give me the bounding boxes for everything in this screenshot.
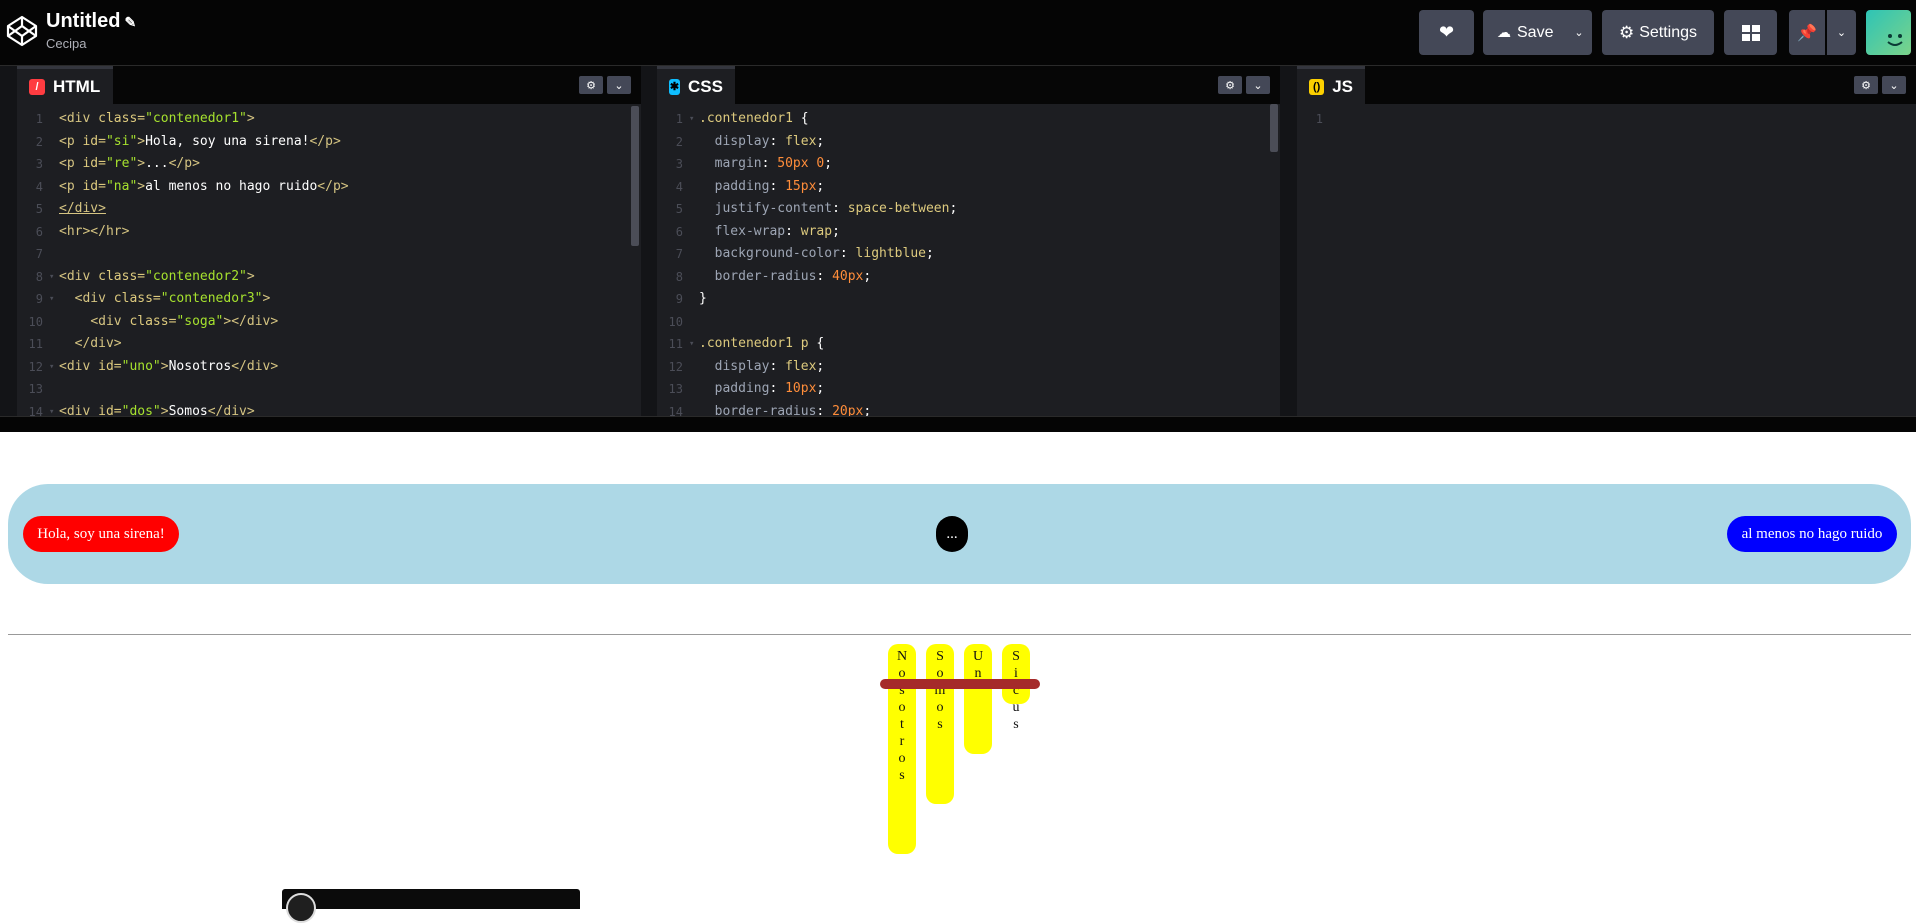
editor-area: / HTML ⚙ ⌄ 1 <div class="contenedor1"> 2… — [0, 66, 1916, 416]
layout-icon — [1741, 24, 1760, 41]
html-scrollbar[interactable] — [631, 106, 639, 246]
pin-icon: 📌 — [1797, 24, 1817, 42]
stick-letter: S — [936, 649, 944, 664]
css-editor-panel: ✱ CSS ⚙ ⌄ 1 ▾ .contenedor1 { 2 display: fl… — [657, 66, 1280, 416]
like-button[interactable]: ❤ — [1419, 10, 1474, 55]
heart-icon: ❤ — [1438, 22, 1455, 42]
tab-css-label: CSS — [688, 76, 723, 96]
tab-html[interactable]: / HTML — [17, 66, 113, 104]
css-scrollbar[interactable] — [1270, 104, 1278, 152]
tab-css[interactable]: ✱ CSS — [657, 66, 735, 104]
rope — [880, 679, 1040, 689]
js-badge-icon: () — [1309, 78, 1325, 95]
re-pill: ... — [936, 516, 968, 552]
pen-title-text[interactable]: Untitled — [46, 10, 120, 32]
sirena-pill: Hola, soy una sirena! — [23, 516, 179, 552]
js-tab-bar: () JS ⚙ ⌄ — [1297, 66, 1916, 104]
stick-sicus: Sicus — [1002, 644, 1030, 732]
tab-js[interactable]: () JS — [1297, 66, 1365, 104]
html-settings-icon[interactable]: ⚙ — [579, 76, 603, 94]
stick-letter: s — [937, 717, 943, 732]
js-collapse-icon[interactable]: ⌄ — [1882, 76, 1906, 94]
css-editor-tools: ⚙ ⌄ — [1218, 76, 1270, 94]
stick-letter: s — [1013, 717, 1019, 732]
pencil-icon[interactable]: ✎ — [124, 14, 136, 30]
chevron-down-icon: ⌄ — [1836, 27, 1847, 39]
change-view-button[interactable] — [1724, 10, 1777, 55]
console-toggle[interactable] — [282, 889, 580, 923]
pen-title[interactable]: Untitled ✎ — [46, 10, 136, 33]
stick-un: Un — [964, 644, 992, 754]
chevron-down-icon: ⌄ — [1574, 27, 1584, 39]
html-editor-tools: ⚙ ⌄ — [579, 76, 631, 94]
stick-letter: r — [899, 734, 905, 749]
html-tab-bar: / HTML ⚙ ⌄ — [17, 66, 641, 104]
ruido-pill: al menos no hago ruido — [1727, 516, 1897, 552]
pin-button[interactable]: 📌 — [1789, 10, 1825, 55]
codepen-logo-icon[interactable] — [6, 15, 38, 47]
css-badge-icon: ✱ — [669, 78, 681, 95]
tab-html-label: HTML — [53, 76, 101, 96]
html-code[interactable]: 1 <div class="contenedor1"> 2 <p id="si"… — [17, 104, 641, 416]
stick-letter: t — [900, 717, 904, 732]
contenedor1: Hola, soy una sirena! ... al menos no ha… — [8, 484, 1911, 584]
stick-letter: N — [896, 649, 908, 664]
stick-letter: U — [972, 649, 984, 664]
save-label: Save — [1517, 23, 1554, 41]
css-code[interactable]: 1 ▾ .contenedor1 { 2 display: flex; 3 marg… — [657, 104, 1280, 416]
save-dropdown-button[interactable]: ⌄ — [1566, 10, 1592, 55]
settings-label: Settings — [1639, 23, 1698, 41]
stick-nosotros: Nosotros — [888, 644, 916, 854]
save-button[interactable]: ☁ Save — [1483, 10, 1572, 55]
settings-button[interactable]: ⚙ Settings — [1602, 10, 1714, 55]
stick-letter: S — [1012, 649, 1020, 664]
html-editor-panel: / HTML ⚙ ⌄ 1 <div class="contenedor1"> 2… — [17, 66, 641, 416]
html-collapse-icon[interactable]: ⌄ — [607, 76, 631, 94]
tab-js-label: JS — [1332, 76, 1353, 96]
js-editor-tools: ⚙ ⌄ — [1854, 76, 1906, 94]
gear-icon: ⚙ — [1618, 22, 1635, 42]
css-collapse-icon[interactable]: ⌄ — [1246, 76, 1270, 94]
user-avatar[interactable] — [1866, 10, 1911, 55]
js-editor-panel: () JS ⚙ ⌄ 1 — [1297, 66, 1916, 416]
divider-line — [8, 634, 1911, 635]
stick-letter: u — [1012, 700, 1020, 715]
top-bar: Untitled ✎ Cecipa ❤ ☁ Save ⌄ ⚙ Settings 📌… — [0, 0, 1916, 66]
editor-resize-bar[interactable] — [0, 416, 1916, 432]
css-settings-icon[interactable]: ⚙ — [1218, 76, 1242, 94]
js-settings-icon[interactable]: ⚙ — [1854, 76, 1878, 94]
stick-letter: o — [936, 700, 944, 715]
stick-letter: o — [898, 700, 906, 715]
pin-dropdown-button[interactable]: ⌄ — [1827, 10, 1856, 55]
avatar-face-icon — [1887, 34, 1903, 46]
css-tab-bar: ✱ CSS ⚙ ⌄ — [657, 66, 1280, 104]
stick-letter: s — [899, 768, 905, 783]
js-code[interactable]: 1 — [1297, 104, 1916, 416]
stick-somos: Somos — [926, 644, 954, 804]
owner-name[interactable]: Cecipa — [46, 36, 86, 51]
html-badge-icon: / — [29, 78, 45, 95]
cloud-icon: ☁ — [1497, 24, 1511, 40]
result-preview: Hola, soy una sirena! ... al menos no ha… — [0, 432, 1916, 923]
console-avatar-icon — [286, 893, 316, 923]
stick-letter: o — [898, 751, 906, 766]
